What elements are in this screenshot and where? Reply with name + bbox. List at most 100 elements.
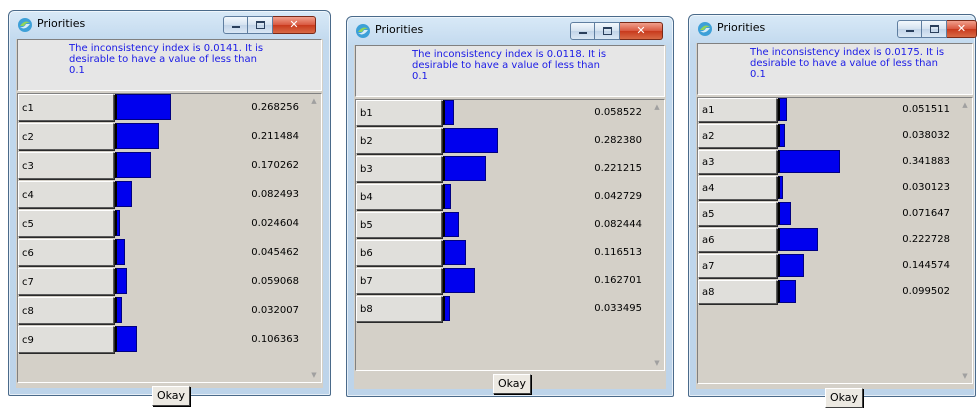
priority-label: a2 xyxy=(698,124,777,148)
caption-buttons: ✕ xyxy=(570,22,663,40)
priority-bar xyxy=(115,210,120,236)
priority-bar xyxy=(443,240,466,265)
priority-value: 0.222728 xyxy=(902,234,950,245)
priority-value: 0.051511 xyxy=(902,104,950,115)
title-bar[interactable]: Priorities ✕ xyxy=(347,17,673,45)
priority-row: b3 0.221215 xyxy=(356,156,664,184)
priority-bar xyxy=(115,94,171,120)
priority-label: a5 xyxy=(698,202,777,226)
priority-label: c5 xyxy=(18,210,114,237)
priority-value: 0.116513 xyxy=(594,247,642,258)
priority-row: c5 0.024604 xyxy=(18,210,321,239)
title-bar[interactable]: Priorities ✕ xyxy=(689,15,977,43)
vertical-scrollbar[interactable]: ▲ ▼ xyxy=(650,100,664,370)
priority-row: c7 0.059068 xyxy=(18,268,321,297)
priority-bar xyxy=(115,326,137,352)
priority-row: c4 0.082493 xyxy=(18,181,321,210)
priority-row: c1 0.268256 xyxy=(18,94,321,123)
close-button[interactable]: ✕ xyxy=(273,16,316,34)
priority-label: a6 xyxy=(698,228,777,252)
priority-row: b6 0.116513 xyxy=(356,240,664,268)
priorities-window-b: Priorities ✕ The inconsistency index is … xyxy=(346,16,674,397)
priority-bar xyxy=(778,228,818,251)
priority-value: 0.032007 xyxy=(251,305,299,316)
priorities-window-c: Priorities ✕ The inconsistency index is … xyxy=(8,10,331,406)
priority-bar xyxy=(115,152,151,178)
priorities-list[interactable]: a1 0.051511 a2 0.038032 a3 0.341883 a4 0.030123… xyxy=(697,97,973,384)
maximize-button[interactable] xyxy=(595,22,620,40)
priority-label: c2 xyxy=(18,123,114,150)
priority-row: a2 0.038032 xyxy=(698,124,972,150)
scroll-up-arrow-icon[interactable]: ▲ xyxy=(650,100,664,114)
priority-row: c3 0.170262 xyxy=(18,152,321,181)
priority-bar xyxy=(443,268,475,293)
title-bar[interactable]: Priorities ✕ xyxy=(9,11,330,39)
priority-value: 0.071647 xyxy=(902,208,950,219)
priority-bar xyxy=(115,297,122,323)
priority-label: b5 xyxy=(356,212,442,238)
maximize-button[interactable] xyxy=(922,20,947,38)
priority-value: 0.162701 xyxy=(594,275,642,286)
okay-button[interactable]: Okay xyxy=(825,388,863,408)
scroll-down-arrow-icon[interactable]: ▼ xyxy=(307,368,321,382)
priority-label: b2 xyxy=(356,128,442,154)
priority-value: 0.106363 xyxy=(251,334,299,345)
scroll-up-arrow-icon[interactable]: ▲ xyxy=(307,94,321,108)
vertical-scrollbar[interactable]: ▲ ▼ xyxy=(958,98,972,383)
priority-bar xyxy=(115,181,132,207)
priority-bar xyxy=(115,268,127,294)
priority-label: a4 xyxy=(698,176,777,200)
priority-value: 0.221215 xyxy=(594,163,642,174)
priority-value: 0.042729 xyxy=(594,191,642,202)
scroll-up-arrow-icon[interactable]: ▲ xyxy=(958,98,972,112)
minimize-button[interactable] xyxy=(570,22,595,40)
priority-bar xyxy=(778,124,785,147)
close-button[interactable]: ✕ xyxy=(947,20,977,38)
priority-label: c1 xyxy=(18,94,114,121)
okay-button[interactable]: Okay xyxy=(493,374,531,394)
priority-value: 0.045462 xyxy=(251,247,299,258)
priority-row: c2 0.211484 xyxy=(18,123,321,152)
priority-label: c7 xyxy=(18,268,114,295)
priority-bar xyxy=(115,123,159,149)
priority-value: 0.144574 xyxy=(902,260,950,271)
priority-label: b4 xyxy=(356,184,442,210)
priorities-list[interactable]: b1 0.058522 b2 0.282380 b3 0.221215 b4 0.042729… xyxy=(355,99,665,371)
priority-bar xyxy=(443,212,459,237)
priority-label: b7 xyxy=(356,268,442,294)
maximize-icon xyxy=(603,27,612,35)
priority-label: a1 xyxy=(698,98,777,122)
scroll-down-arrow-icon[interactable]: ▼ xyxy=(958,369,972,383)
priority-bar xyxy=(443,184,451,209)
vertical-scrollbar[interactable]: ▲ ▼ xyxy=(307,94,321,382)
priority-label: c4 xyxy=(18,181,114,208)
maximize-button[interactable] xyxy=(248,16,273,34)
priority-label: b1 xyxy=(356,100,442,126)
minimize-button[interactable] xyxy=(897,20,922,38)
close-icon: ✕ xyxy=(636,24,646,37)
priority-bar xyxy=(443,128,498,153)
okay-button[interactable]: Okay xyxy=(152,386,190,406)
priority-row: b2 0.282380 xyxy=(356,128,664,156)
priority-row: b7 0.162701 xyxy=(356,268,664,296)
priority-label: c9 xyxy=(18,326,114,353)
minimize-button[interactable] xyxy=(223,16,248,34)
priority-label: c3 xyxy=(18,152,114,179)
inconsistency-message: The inconsistency index is 0.0175. It is… xyxy=(750,47,945,80)
priority-label: b6 xyxy=(356,240,442,266)
inconsistency-message-box: The inconsistency index is 0.0175. It is… xyxy=(697,43,973,95)
priority-label: b3 xyxy=(356,156,442,182)
priorities-window-a: Priorities ✕ The inconsistency index is … xyxy=(688,14,977,408)
priority-row: c6 0.045462 xyxy=(18,239,321,268)
priority-value: 0.211484 xyxy=(251,131,299,142)
priority-value: 0.082493 xyxy=(251,189,299,200)
maximize-icon xyxy=(930,25,939,33)
app-logo-icon xyxy=(356,24,370,38)
priorities-list[interactable]: c1 0.268256 c2 0.211484 c3 0.170262 c4 0.082493… xyxy=(17,93,322,383)
priority-bar xyxy=(778,254,804,277)
maximize-icon xyxy=(256,21,265,29)
scroll-down-arrow-icon[interactable]: ▼ xyxy=(650,356,664,370)
priority-row: a5 0.071647 xyxy=(698,202,972,228)
close-button[interactable]: ✕ xyxy=(620,22,663,40)
window-client-area: The inconsistency index is 0.0175. It is… xyxy=(696,43,974,408)
